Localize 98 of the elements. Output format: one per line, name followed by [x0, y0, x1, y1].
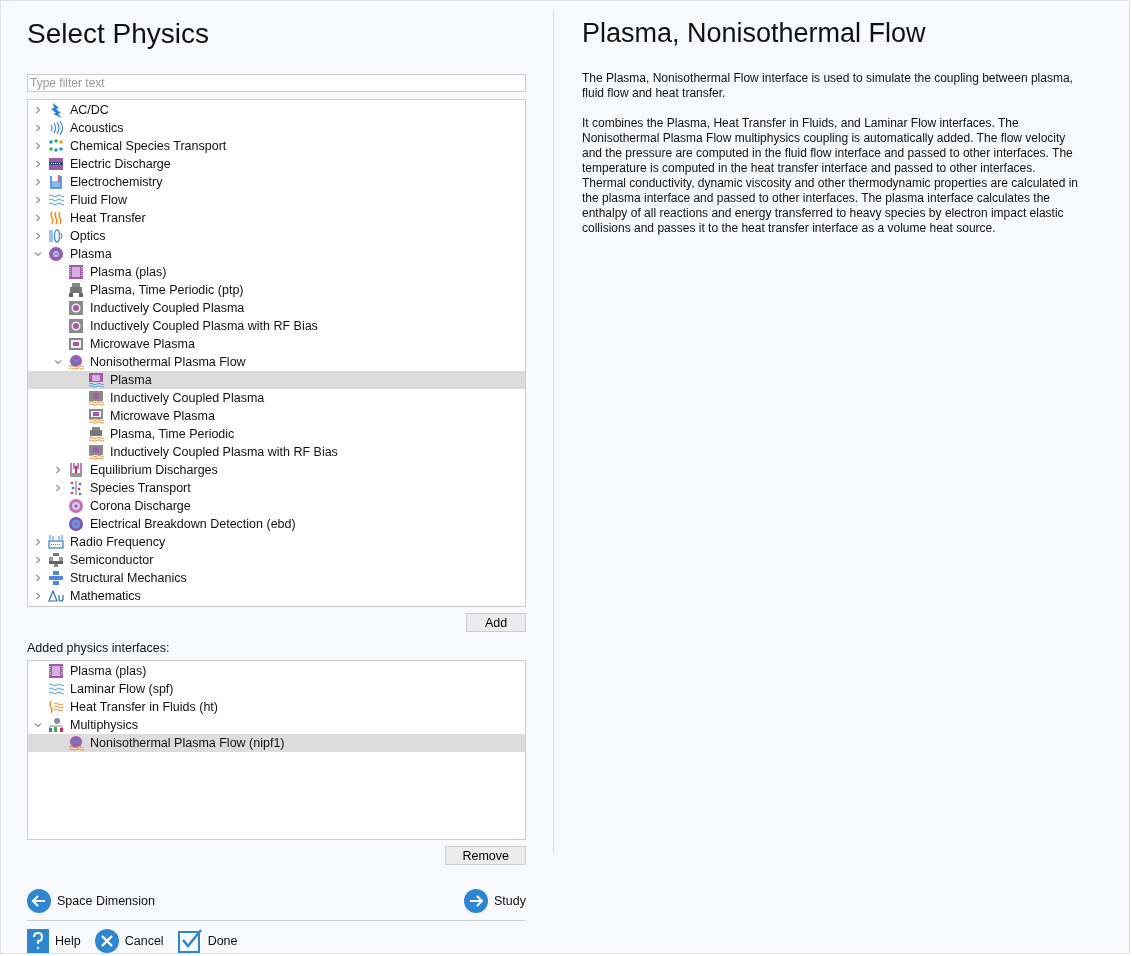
delta-icon — [48, 588, 64, 604]
chevron-right-icon[interactable] — [34, 178, 42, 186]
tree-item[interactable]: Nonisothermal Plasma Flow — [28, 353, 525, 371]
chevron-right-icon[interactable] — [34, 106, 42, 114]
chevron-right-icon[interactable] — [34, 142, 42, 150]
tree-item[interactable]: Fluid Flow — [28, 191, 525, 209]
tree-item[interactable]: Radio Frequency — [28, 533, 525, 551]
chamber-icon — [88, 372, 104, 388]
tree-item[interactable]: Acoustics — [28, 119, 525, 137]
checkbox-icon — [177, 929, 202, 953]
lens-icon — [48, 228, 64, 244]
add-button[interactable]: Add — [466, 613, 526, 632]
tree-item[interactable]: Plasma, Time Periodic — [28, 425, 525, 443]
list-item[interactable]: Multiphysics — [28, 716, 525, 734]
breakdown-icon — [68, 516, 84, 532]
chevron-down-icon[interactable] — [34, 250, 42, 258]
added-interfaces-label: Added physics interfaces: — [27, 641, 171, 655]
tree-item[interactable]: Plasma — [28, 245, 525, 263]
chevron-right-icon[interactable] — [34, 160, 42, 168]
coil-icon — [68, 318, 84, 334]
tree-item[interactable]: Inductively Coupled Plasma — [28, 389, 525, 407]
list-item[interactable]: Plasma (plas) — [28, 662, 525, 680]
interface-heading: Plasma, Nonisothermal Flow — [582, 18, 927, 49]
chevron-right-icon[interactable] — [34, 592, 42, 600]
filter-field[interactable]: Type filter text — [27, 74, 526, 92]
next-button[interactable]: Study — [464, 889, 526, 913]
heat-icon — [48, 210, 64, 226]
sound-waves-icon — [48, 120, 64, 136]
tree-item[interactable]: Plasma, Time Periodic (ptp) — [28, 281, 525, 299]
multiphysics-icon — [48, 717, 64, 733]
tree-item[interactable]: Microwave Plasma — [28, 407, 525, 425]
done-button[interactable]: Done — [177, 929, 238, 953]
tree-item[interactable]: AC/DC — [28, 101, 525, 119]
back-button[interactable]: Space Dimension — [27, 889, 155, 913]
coil-icon — [88, 390, 104, 406]
discharge-icon — [48, 156, 64, 172]
tree-item[interactable]: Equilibrium Discharges — [28, 461, 525, 479]
chevron-right-icon[interactable] — [34, 196, 42, 204]
chevron-down-icon[interactable] — [54, 358, 62, 366]
transistor-icon — [48, 552, 64, 568]
tree-item[interactable]: Mathematics — [28, 587, 525, 605]
chamber-icon — [68, 264, 84, 280]
tree-item[interactable]: Inductively Coupled Plasma with RF Bias — [28, 317, 525, 335]
cancel-button[interactable]: Cancel — [94, 929, 164, 953]
plasma-flow-icon — [68, 735, 84, 751]
tree-item[interactable]: Inductively Coupled Plasma with RF Bias — [28, 443, 525, 461]
beaker-icon — [48, 174, 64, 190]
chevron-right-icon[interactable] — [34, 556, 42, 564]
chevron-right-icon[interactable] — [34, 574, 42, 582]
corona-icon — [68, 498, 84, 514]
tree-item-selected[interactable]: Plasma — [28, 371, 525, 389]
description-paragraph: It combines the Plasma, Heat Transfer in Fluids, and Laminar Flow interfaces. The Nonisothermal Plasma Flow multiphysics coupling is automatically added. The flow velocity and the pressure are computed in the fluid flow interface and passed to other interfaces. The temperature is computed in the heat transfer interface and passed to other interfaces. Thermal conductivity, dynamic viscosity and other thermodynamic properties are calculated in the plasma interface and passed to other interfaces. The plasma interface calculates the enthalpy of all reactions and energy transferred to heavy species by electron impact elastic collisions and passes it to the heat transfer interface as a volume heat source. — [582, 116, 1078, 236]
plasma-icon — [48, 246, 64, 262]
chamber-icon — [48, 663, 64, 679]
beam-icon — [48, 570, 64, 586]
tree-item[interactable]: Heat Transfer — [28, 209, 525, 227]
waves-icon — [48, 192, 64, 208]
help-button[interactable]: Help — [27, 929, 81, 953]
chevron-right-icon[interactable] — [54, 484, 62, 492]
tree-item[interactable]: Electric Discharge — [28, 155, 525, 173]
heat-icon — [48, 699, 64, 715]
panel-title: Select Physics — [27, 18, 211, 51]
tree-item[interactable]: Plasma (plas) — [28, 263, 525, 281]
plasma-flow-icon — [68, 354, 84, 370]
arrow-right-icon — [464, 889, 489, 913]
microwave-icon — [68, 336, 84, 352]
chevron-right-icon[interactable] — [54, 466, 62, 474]
tree-item[interactable]: Electrochemistry — [28, 173, 525, 191]
tree-item[interactable]: Inductively Coupled Plasma — [28, 299, 525, 317]
tree-item[interactable]: Corona Discharge — [28, 497, 525, 515]
tree-item[interactable]: Structural Mechanics — [28, 569, 525, 587]
chevron-right-icon[interactable] — [34, 214, 42, 222]
tree-item[interactable]: Electrical Breakdown Detection (ebd) — [28, 515, 525, 533]
tree-item[interactable]: Species Transport — [28, 479, 525, 497]
arrow-left-icon — [27, 889, 51, 913]
chevron-right-icon[interactable] — [34, 124, 42, 132]
description-paragraph: The Plasma, Nonisothermal Flow interface is used to simulate the coupling between plasma, fluid flow and heat transfer. — [582, 71, 1074, 101]
dots-icon — [48, 138, 64, 154]
coil-icon — [88, 444, 104, 460]
torch-icon — [68, 462, 84, 478]
tree-item[interactable]: Semiconductor — [28, 551, 525, 569]
species-icon — [68, 480, 84, 496]
chevron-down-icon[interactable] — [34, 721, 42, 729]
coil-icon — [68, 300, 84, 316]
tree-item[interactable]: Chemical Species Transport — [28, 137, 525, 155]
tree-item[interactable]: Optics — [28, 227, 525, 245]
device-icon — [68, 282, 84, 298]
chevron-right-icon[interactable] — [34, 538, 42, 546]
list-item[interactable]: Heat Transfer in Fluids (ht) — [28, 698, 525, 716]
chevron-right-icon[interactable] — [34, 232, 42, 240]
microwave-icon — [88, 408, 104, 424]
antenna-icon — [48, 534, 64, 550]
list-item-selected[interactable]: Nonisothermal Plasma Flow (nipf1) — [28, 734, 525, 752]
waves-icon — [48, 681, 64, 697]
device-icon — [88, 426, 104, 442]
remove-button[interactable]: Remove — [445, 846, 526, 865]
tree-item[interactable]: Microwave Plasma — [28, 335, 525, 353]
list-item[interactable]: Laminar Flow (spf) — [28, 680, 525, 698]
